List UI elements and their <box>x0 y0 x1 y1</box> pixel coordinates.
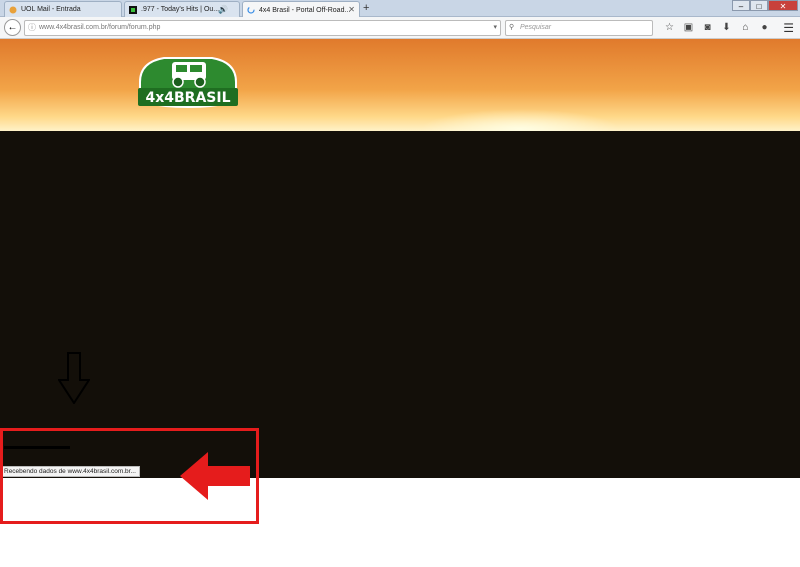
close-tab-icon[interactable]: ✕ <box>348 5 355 14</box>
radio-favicon-icon <box>129 5 137 14</box>
tab-4x4-brasil[interactable]: 4x4 Brasil - Portal Off-Road... ✕ <box>242 1 360 18</box>
info-icon[interactable]: ⓘ <box>28 21 36 35</box>
search-placeholder: Pesquisar <box>520 24 552 31</box>
loading-spinner-icon <box>247 6 255 14</box>
annotation-down-arrow-icon <box>58 352 90 404</box>
tab-uol-mail[interactable]: UOL Mail - Entrada <box>4 1 122 17</box>
logo-text: 4x4BRASIL <box>145 90 230 106</box>
tab-title: 4x4 Brasil - Portal Off-Road... <box>259 6 351 14</box>
menu-hamburger-icon[interactable]: ☰ <box>783 20 794 36</box>
back-arrow-icon: ← <box>7 22 18 33</box>
new-tab-button[interactable]: + <box>363 2 369 14</box>
annotation-left-arrow-icon <box>180 452 250 500</box>
download-icon[interactable]: ⬇ <box>717 20 736 36</box>
search-input[interactable]: ⚲ Pesquisar <box>505 20 653 36</box>
minimize-button[interactable]: – <box>732 0 750 11</box>
tab-title: .977 - Today's Hits | Ou... <box>141 6 220 13</box>
tab-977-hits[interactable]: .977 - Today's Hits | Ou... 🔊 <box>124 1 240 17</box>
site-banner <box>0 39 800 149</box>
bookmarks-list-icon[interactable]: ▣ <box>679 20 698 36</box>
page-content-loading <box>0 131 800 478</box>
close-window-button[interactable]: ✕ <box>768 0 798 11</box>
toolbar-icons: ☆ ▣ ◙ ⬇ ⌂ ● <box>660 20 774 36</box>
tab-title: UOL Mail - Entrada <box>21 6 81 13</box>
navigation-bar: ← ⓘ www.4x4brasil.com.br/forum/forum.php… <box>0 17 800 39</box>
uol-favicon-icon <box>9 6 17 13</box>
speaker-icon[interactable]: 🔊 <box>218 5 228 14</box>
window-controls: – □ ✕ <box>732 0 798 11</box>
url-dropdown-icon[interactable]: ▾ <box>493 21 497 35</box>
chat-icon[interactable]: ● <box>755 20 774 36</box>
pocket-icon[interactable]: ◙ <box>698 20 717 36</box>
url-text: www.4x4brasil.com.br/forum/forum.php <box>39 24 161 31</box>
search-icon: ⚲ <box>509 24 515 31</box>
back-button[interactable]: ← <box>4 19 21 36</box>
maximize-button[interactable]: □ <box>750 0 768 11</box>
bookmark-star-icon[interactable]: ☆ <box>660 20 679 36</box>
4x4brasil-logo[interactable]: 4x4BRASIL <box>134 52 242 110</box>
url-bar[interactable]: ⓘ www.4x4brasil.com.br/forum/forum.php ▾ <box>24 20 501 36</box>
home-icon[interactable]: ⌂ <box>736 20 755 36</box>
tab-bar: UOL Mail - Entrada .977 - Today's Hits |… <box>0 0 800 18</box>
